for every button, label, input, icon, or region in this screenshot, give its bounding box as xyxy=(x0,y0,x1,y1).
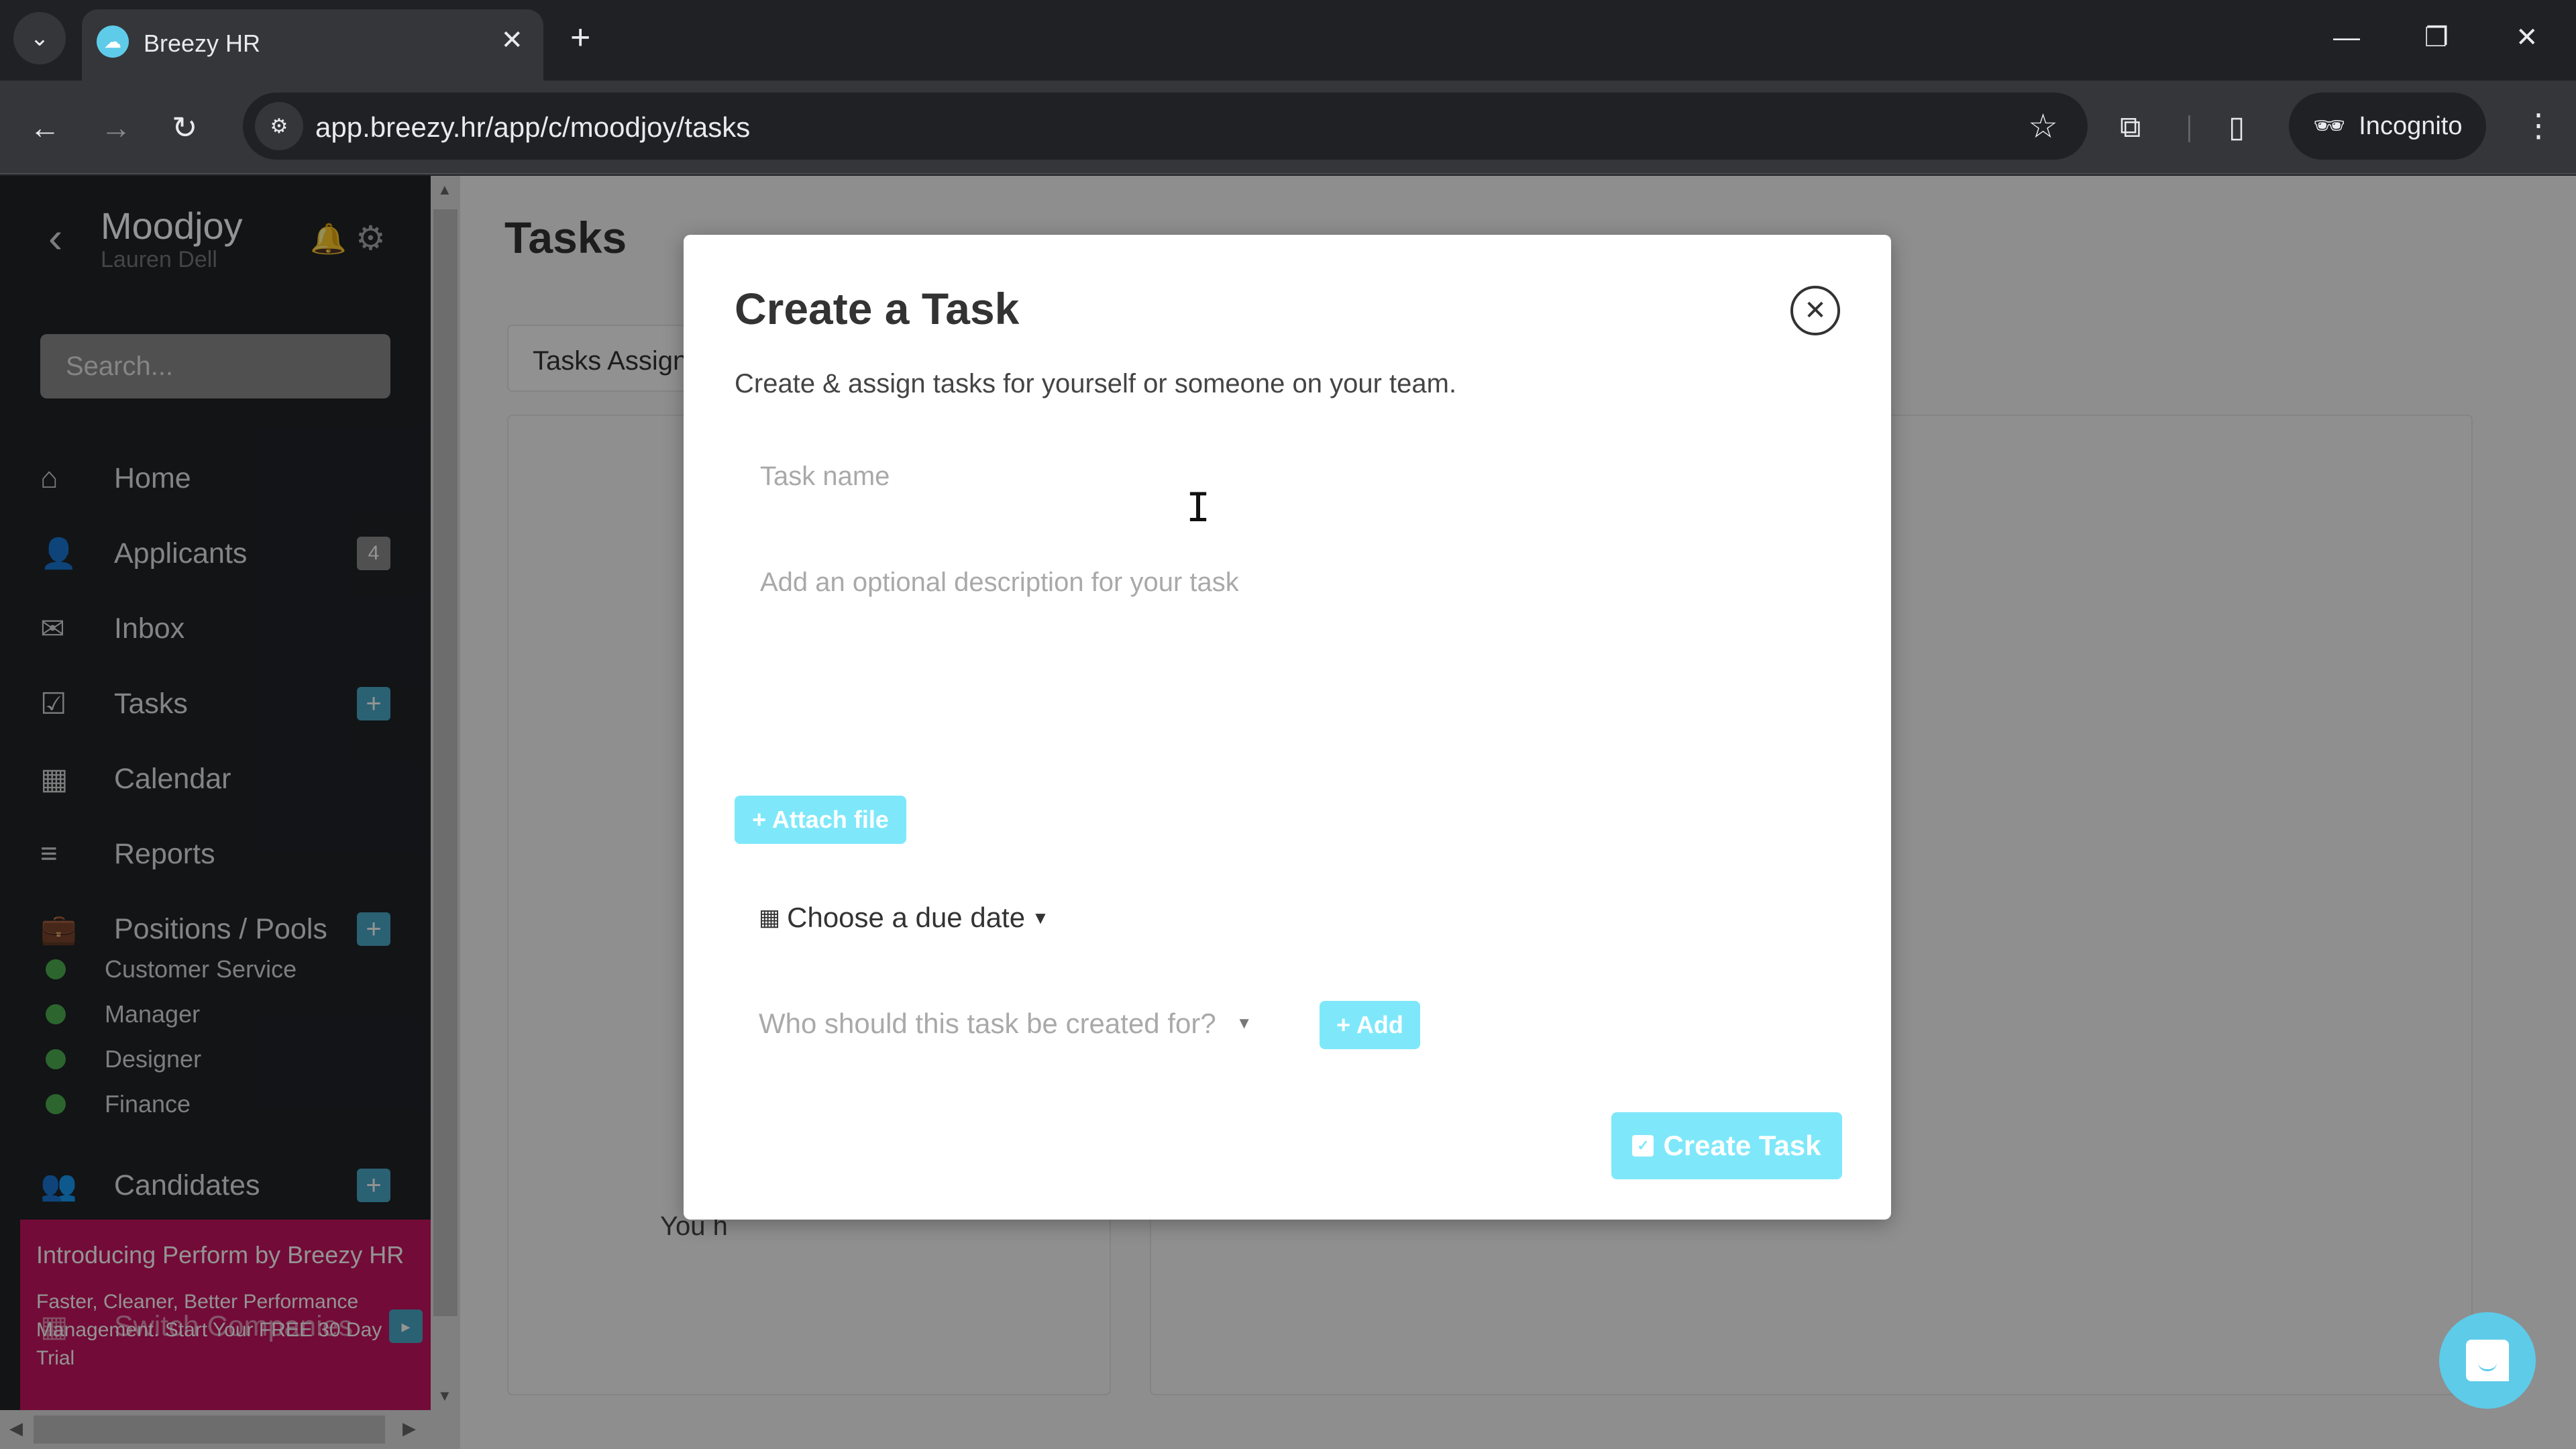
tab-title: Breezy HR xyxy=(144,30,261,57)
toolbar-divider xyxy=(2188,115,2190,142)
browser-menu-icon[interactable]: ⋮ xyxy=(2522,107,2555,145)
attach-file-button[interactable]: + Attach file xyxy=(735,796,906,844)
window-close-icon[interactable]: ✕ xyxy=(2516,20,2538,55)
restore-icon[interactable]: ❐ xyxy=(2424,20,2449,55)
create-task-button[interactable]: ✓ Create Task xyxy=(1611,1112,1842,1179)
task-name-input[interactable] xyxy=(735,449,1841,503)
tab-search-button[interactable]: ⌄ xyxy=(13,12,66,64)
browser-tab-bar: ⌄ ☁ Breezy HR ✕ + — ❐ ✕ xyxy=(0,0,2576,80)
modal-title: Create a Task xyxy=(735,284,1020,333)
incognito-icon: 🕶 xyxy=(2313,112,2346,140)
caret-down-icon: ▼ xyxy=(1236,1014,1252,1032)
chat-launcher-button[interactable] xyxy=(2439,1312,2536,1409)
create-task-modal: Create a Task ✕ Create & assign tasks fo… xyxy=(684,235,1891,1220)
incognito-indicator[interactable]: 🕶 Incognito xyxy=(2289,93,2486,160)
url-text[interactable]: app.breezy.hr/app/c/moodjoy/tasks xyxy=(315,111,750,144)
reload-icon[interactable]: ↻ xyxy=(172,110,198,145)
task-description-input[interactable] xyxy=(735,558,1841,733)
address-bar[interactable]: ⚙ app.breezy.hr/app/c/moodjoy/tasks ☆ xyxy=(243,93,2088,160)
chevron-down-icon: ⌄ xyxy=(30,25,50,51)
breezy-cloud-icon: ☁ xyxy=(97,25,129,58)
chat-bubble-icon xyxy=(2466,1340,2509,1381)
checkbox-icon: ✓ xyxy=(1632,1135,1654,1157)
modal-subtitle: Create & assign tasks for yourself or so… xyxy=(735,369,1457,398)
extensions-icon[interactable]: ⧉ xyxy=(2120,109,2141,146)
bookmark-star-icon[interactable]: ☆ xyxy=(2028,107,2058,145)
calendar-icon: ▦ xyxy=(759,905,781,930)
forward-arrow-icon[interactable]: → xyxy=(101,110,131,145)
minimize-icon[interactable]: — xyxy=(2333,20,2360,55)
due-date-label: Choose a due date xyxy=(787,902,1026,933)
due-date-dropdown[interactable]: ▦ Choose a due date ▼ xyxy=(759,902,1049,934)
assignee-placeholder: Who should this task be created for? xyxy=(759,1008,1216,1039)
new-tab-button[interactable]: + xyxy=(570,20,590,55)
tab-close-icon[interactable]: ✕ xyxy=(500,24,523,56)
browser-tab-active[interactable]: ☁ Breezy HR ✕ xyxy=(82,9,543,80)
incognito-label: Incognito xyxy=(2359,111,2463,140)
browser-toolbar: ← → ↻ ⚙ app.breezy.hr/app/c/moodjoy/task… xyxy=(0,80,2576,174)
text-cursor-icon: I xyxy=(1186,484,1211,531)
close-icon[interactable]: ✕ xyxy=(1790,286,1840,335)
add-assignee-button[interactable]: + Add xyxy=(1320,1001,1420,1049)
assignee-select[interactable]: Who should this task be created for? ▼ xyxy=(759,1008,1252,1040)
side-panel-icon[interactable]: ▯ xyxy=(2229,109,2245,146)
site-info-icon[interactable]: ⚙ xyxy=(255,102,303,150)
caret-down-icon: ▼ xyxy=(1032,907,1049,928)
back-arrow-icon[interactable]: ← xyxy=(30,110,60,145)
create-task-label: Create Task xyxy=(1663,1130,1821,1161)
